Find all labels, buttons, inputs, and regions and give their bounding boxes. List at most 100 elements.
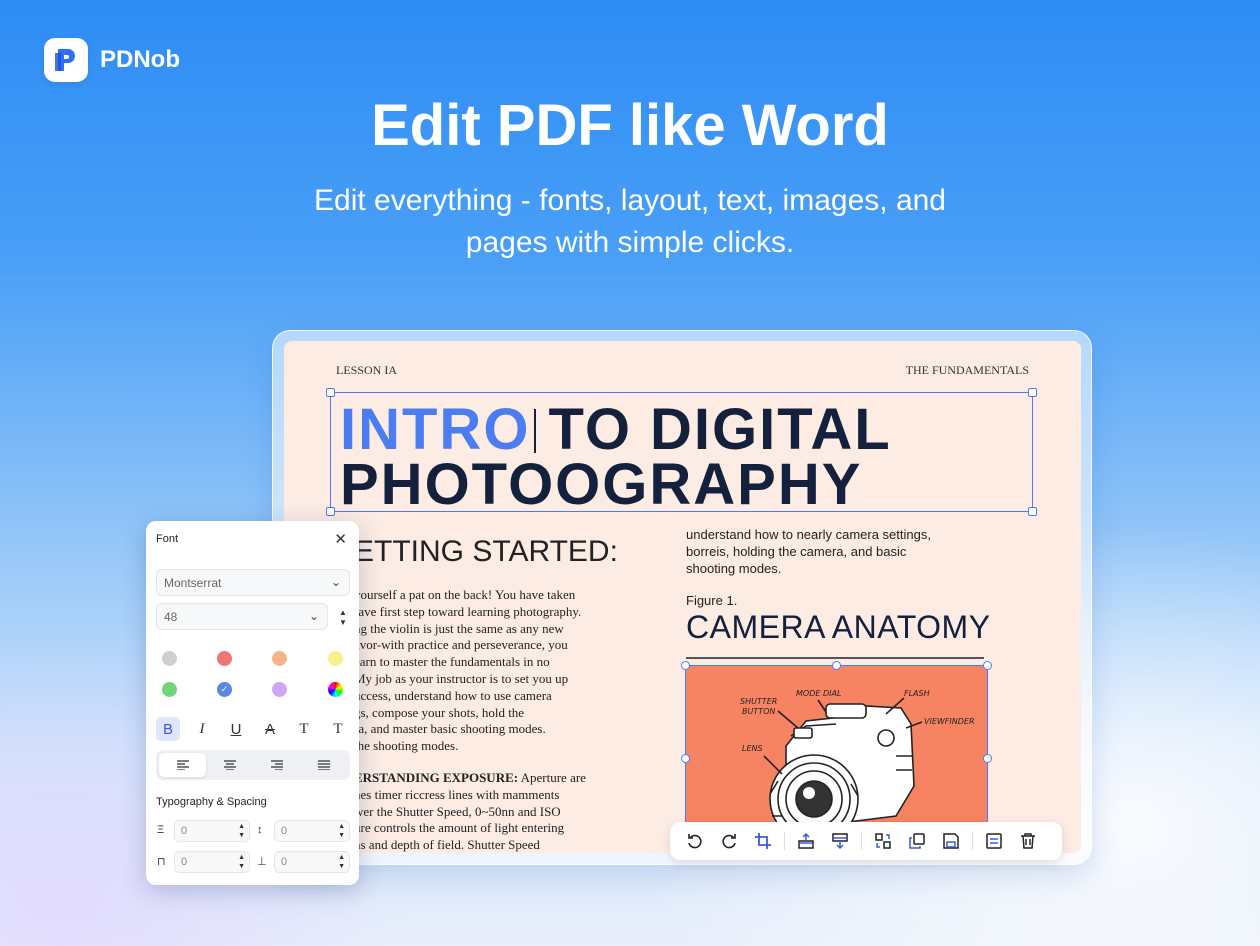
- align-center-button[interactable]: [206, 753, 253, 777]
- color-swatch-yellow[interactable]: [328, 651, 343, 666]
- stepper-arrows-icon[interactable]: ▲ ▼: [338, 853, 345, 871]
- text-line: avor-with practice and perseverance, you: [354, 637, 568, 653]
- hero-headline: Edit PDF like Word: [371, 93, 889, 158]
- word-spacing-icon: ⊓: [157, 856, 166, 868]
- replace-text-button[interactable]: [979, 826, 1009, 856]
- color-picker-icon[interactable]: [328, 682, 343, 697]
- typography-section-title: Typography & Spacing: [156, 796, 267, 808]
- image-toolbar: [670, 822, 1062, 860]
- rotate-right-icon: [722, 834, 736, 849]
- resize-handle[interactable]: [326, 507, 335, 516]
- brand-name: PDNob: [100, 46, 180, 73]
- divider: [686, 657, 984, 659]
- page-header-left: LESSON IA: [336, 363, 398, 377]
- line-spacing-value: 0: [281, 825, 288, 837]
- text-line: ng the violin is just the same as any ne…: [354, 620, 564, 636]
- rotate-right-button[interactable]: [714, 826, 744, 856]
- subscript-button[interactable]: T: [326, 717, 350, 741]
- text-line: ns and depth of field. Shutter Speed: [354, 837, 540, 853]
- figure-label: Figure 1.: [686, 593, 738, 608]
- alignment-group: [156, 750, 350, 780]
- close-icon[interactable]: ✕: [334, 530, 347, 548]
- word-spacing-value: 0: [181, 856, 188, 868]
- save-icon: [943, 833, 959, 849]
- bold-button[interactable]: B: [156, 717, 180, 741]
- text-line: gs, compose your shots, hold the: [354, 704, 525, 720]
- align-left-button[interactable]: [159, 753, 206, 777]
- stepper-arrows-icon[interactable]: ▲ ▼: [338, 822, 345, 840]
- resize-handle[interactable]: [832, 661, 841, 670]
- font-size-select[interactable]: 48 ⌄: [156, 603, 328, 630]
- resize-handle[interactable]: [1028, 507, 1037, 516]
- stepper-arrows-icon[interactable]: ▲ ▼: [238, 822, 245, 840]
- align-right-button[interactable]: [253, 753, 300, 777]
- color-swatch-green[interactable]: [162, 682, 177, 697]
- resize-handle[interactable]: [681, 754, 690, 763]
- right-column-text[interactable]: understand how to nearly camera settings…: [686, 526, 986, 577]
- rotate-left-button[interactable]: [680, 826, 710, 856]
- underline-button[interactable]: U: [224, 717, 248, 741]
- text-line: understand how to nearly camera settings…: [686, 527, 931, 542]
- font-family-select[interactable]: Montserrat ⌄: [156, 569, 350, 596]
- save-button[interactable]: [936, 826, 966, 856]
- delete-button[interactable]: [1013, 826, 1043, 856]
- exposure-paragraph[interactable]: ERSTANDING EXPOSURE: Aperture are nes ti…: [354, 770, 644, 853]
- text-line: the shooting modes.: [354, 738, 459, 754]
- line-spacing-input[interactable]: 0 ▲ ▼: [274, 820, 350, 842]
- text-line: ure controls the amount of light enterin…: [354, 820, 565, 836]
- font-panel: Font ✕ Montserrat ⌄ 48 ⌄ ▲ ▼ ✓ B I U A T T …: [146, 521, 359, 885]
- body-paragraph[interactable]: yourself a pat on the back! You have tak…: [354, 587, 644, 755]
- align-right-icon: [270, 760, 283, 770]
- text-line: wer the Shutter Speed, 0~50nn and ISO: [354, 803, 561, 819]
- paragraph-spacing-icon: ⊥: [257, 856, 267, 868]
- pdf-page[interactable]: LESSON IA THE FUNDAMENTALS INTRO TO DIGIT…: [284, 341, 1081, 853]
- rotate-left-icon: [688, 834, 702, 849]
- chevron-down-icon: ⌄: [308, 609, 319, 623]
- font-size-stepper[interactable]: ▲ ▼: [339, 608, 347, 628]
- crop-icon: [755, 833, 771, 849]
- stepper-arrows-icon[interactable]: ▲ ▼: [238, 853, 245, 871]
- text-selection-box[interactable]: [326, 388, 1037, 516]
- text-line: rave first step toward learning photogra…: [354, 603, 582, 619]
- text-line: ERSTANDING EXPOSURE: Aperture are: [354, 770, 644, 787]
- crop-button[interactable]: [748, 826, 778, 856]
- chevron-down-icon: ⌄: [330, 575, 341, 589]
- word-spacing-input[interactable]: 0 ▲ ▼: [174, 851, 250, 873]
- swap-button[interactable]: [868, 826, 898, 856]
- resize-handle[interactable]: [681, 661, 690, 670]
- color-swatch-red[interactable]: [217, 651, 232, 666]
- text-line: My job as your instructor is to set you …: [354, 670, 569, 686]
- resize-handle[interactable]: [326, 388, 335, 397]
- italic-button[interactable]: I: [190, 717, 214, 741]
- hero-subtitle-line1: Edit everything - fonts, layout, text, i…: [314, 184, 946, 217]
- replace-image-button[interactable]: [825, 826, 855, 856]
- paragraph-spacing-value: 0: [281, 856, 288, 868]
- paragraph-spacing-input[interactable]: 0 ▲ ▼: [274, 851, 350, 873]
- figure-title[interactable]: CAMERA ANATOMY: [686, 609, 991, 646]
- text-line: earn to master the fundamentals in no: [354, 654, 550, 670]
- swap-icon: [875, 833, 891, 849]
- color-swatch-orange[interactable]: [272, 651, 287, 666]
- color-swatch-gray[interactable]: [162, 651, 177, 666]
- color-swatch-blue-selected[interactable]: ✓: [217, 682, 232, 697]
- exposure-heading: ERSTANDING EXPOSURE:: [354, 770, 519, 785]
- pdnob-logo-icon: [44, 38, 88, 82]
- resize-handle[interactable]: [1028, 388, 1037, 397]
- brand-logo: PDNob: [44, 38, 180, 82]
- color-swatch-purple[interactable]: [272, 682, 287, 697]
- copy-button[interactable]: [902, 826, 932, 856]
- align-justify-icon: [317, 760, 330, 770]
- label-lens: LENS: [742, 744, 763, 753]
- superscript-button[interactable]: T: [292, 717, 316, 741]
- char-spacing-input[interactable]: 0 ▲ ▼: [174, 820, 250, 842]
- resize-handle[interactable]: [983, 754, 992, 763]
- extract-image-button[interactable]: [791, 826, 821, 856]
- section-heading[interactable]: ETTING STARTED:: [354, 535, 618, 569]
- divider: [784, 832, 785, 850]
- resize-handle[interactable]: [983, 661, 992, 670]
- divider: [861, 832, 862, 850]
- copy-icon: [909, 833, 925, 849]
- align-justify-button[interactable]: [300, 753, 347, 777]
- divider: [972, 832, 973, 850]
- strikethrough-button[interactable]: A: [258, 717, 282, 741]
